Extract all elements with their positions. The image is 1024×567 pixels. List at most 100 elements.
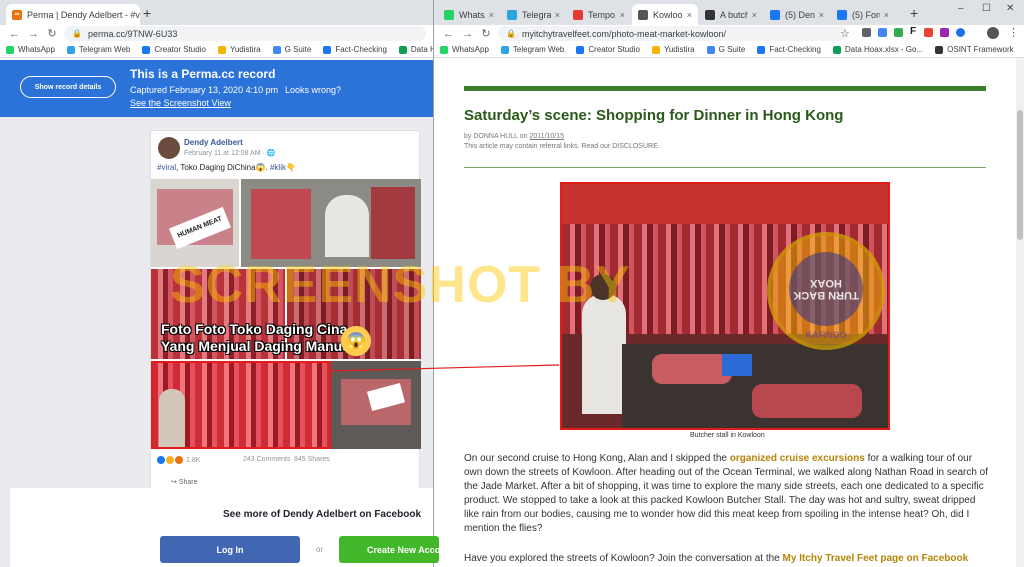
tab-close-icon[interactable]: × <box>616 10 625 20</box>
facebook-page-link[interactable]: My Itchy Travel Feet page on Facebook <box>783 553 969 564</box>
extension-icon-4[interactable] <box>924 28 933 37</box>
bookmark-favicon-icon <box>706 45 715 54</box>
author-link[interactable]: DONNA HULL <box>473 133 517 140</box>
tab-close-icon[interactable]: × <box>748 10 757 20</box>
photo-human-meat-label[interactable]: HUMAN MEAT <box>151 179 239 267</box>
post-text: #viral, Toko Daging DiChina😱. #klik👇 <box>157 163 296 172</box>
tab-2[interactable]: Tempo.co× <box>567 4 631 25</box>
article-photo-butcher-stall[interactable] <box>560 182 890 430</box>
bookmark-item[interactable]: WhatsApp <box>440 45 489 54</box>
bookmark-item[interactable]: OSINT Framework <box>935 45 1014 54</box>
new-tab-button[interactable]: + <box>910 5 918 21</box>
tab-4[interactable]: A butcher× <box>699 4 763 25</box>
tab-5[interactable]: (5) Dendy× <box>764 4 830 25</box>
tab-close-icon[interactable]: × <box>815 10 824 20</box>
facebook-post: Dendy Adelbert February 11 at 12:08 AM ·… <box>150 130 421 490</box>
highlight-box-left <box>151 361 331 449</box>
bookmarks-bar: WhatsApp Telegram Web Creator Studio Yudist… <box>0 42 433 58</box>
show-record-details-button[interactable]: Show record details <box>20 76 116 98</box>
perma-banner: Show record details This is a Perma.cc r… <box>0 60 433 117</box>
shares-count[interactable]: 845 Shares <box>294 456 330 463</box>
tab-favicon-icon <box>705 9 715 20</box>
screenshot-view-link[interactable]: See the Screenshot View <box>130 98 231 108</box>
tab-1[interactable]: Telegram× <box>501 4 566 25</box>
bookmark-favicon-icon <box>217 45 226 54</box>
tab-0[interactable]: WhatsApp× <box>438 4 500 25</box>
bookmark-item[interactable]: Creator Studio <box>142 45 206 54</box>
share-button[interactable]: ↪ Share <box>171 478 198 486</box>
article-paragraph-2: Have you explored the streets of Kowloon… <box>464 553 969 564</box>
bookmark-item[interactable]: Fact-Checking <box>323 45 387 54</box>
address-bar[interactable]: 🔒 myitchytravelfeet.com/photo-meat-marke… <box>498 26 848 41</box>
bookmark-item[interactable]: Telegram Web <box>500 45 564 54</box>
tab-6[interactable]: (5) Forum× <box>831 4 895 25</box>
tab-close-icon[interactable]: × <box>880 10 889 20</box>
maximize-button[interactable]: ☐ <box>982 3 991 14</box>
address-bar[interactable]: 🔒 perma.cc/9TNW-6U33 <box>64 26 426 41</box>
back-icon[interactable]: ← <box>9 28 20 40</box>
bookmark-item[interactable]: Fact-Checking <box>757 45 821 54</box>
photo-butcher-cutting[interactable] <box>241 179 421 267</box>
reload-icon[interactable]: ↻ <box>47 27 57 40</box>
bookmark-item[interactable]: Telegram Web <box>66 45 130 54</box>
left-browser-window: ∞ Perma | Dendy Adelbert - #viral × + ← … <box>0 0 433 567</box>
bookmark-item[interactable]: Data Hoax.xlsx - Go... <box>832 45 923 54</box>
close-window-button[interactable]: ✕ <box>1006 3 1014 14</box>
comments-count[interactable]: 243 Comments <box>243 456 290 463</box>
menu-kebab-icon[interactable]: ⋮ <box>1008 26 1019 39</box>
bookmark-item[interactable]: Yudistira <box>651 45 695 54</box>
extension-icon-3[interactable] <box>894 28 903 37</box>
looks-wrong-link[interactable]: Looks wrong? <box>285 85 341 95</box>
cruise-excursions-link[interactable]: organized cruise excursions <box>730 453 865 464</box>
disclosure-note: This article may contain referral links.… <box>464 143 660 150</box>
tab-perma[interactable]: ∞ Perma | Dendy Adelbert - #viral × <box>6 4 140 25</box>
scrollbar-thumb[interactable] <box>1017 110 1023 240</box>
profile-avatar[interactable] <box>987 27 999 39</box>
wow-reaction-icon <box>166 456 174 464</box>
bookmark-item[interactable]: G Suite <box>272 45 311 54</box>
login-button[interactable]: Log In <box>160 536 300 563</box>
hashtag-viral[interactable]: #viral <box>157 163 176 172</box>
extension-icon-6[interactable] <box>956 28 965 37</box>
url-text: myitchytravelfeet.com/photo-meat-market-… <box>521 28 727 39</box>
minimize-button[interactable]: – <box>958 3 964 14</box>
bookmark-item[interactable]: Data Hoax.xlsx - Go... <box>398 45 433 54</box>
tab-close-icon[interactable]: × <box>551 10 560 20</box>
reactions-summary[interactable]: 1.8K <box>157 456 200 464</box>
hashtag-klik[interactable]: #klik <box>270 163 286 172</box>
bookmark-favicon-icon <box>832 45 841 54</box>
tab-favicon-icon <box>507 9 517 20</box>
bookmark-item[interactable]: Creator Studio <box>576 45 640 54</box>
extension-icon-1[interactable] <box>862 28 871 37</box>
create-account-button[interactable]: Create New Account <box>339 536 439 563</box>
bookmark-favicon-icon <box>398 45 407 54</box>
bookmark-favicon-icon <box>757 45 766 54</box>
new-tab-button[interactable]: + <box>143 5 151 21</box>
bookmark-item[interactable]: G Suite <box>706 45 745 54</box>
bookmark-item[interactable]: WhatsApp <box>6 45 55 54</box>
share-arrow-icon: ↪ <box>171 479 179 486</box>
perma-title: This is a Perma.cc record <box>130 67 276 81</box>
like-reaction-icon <box>157 456 165 464</box>
forward-icon[interactable]: → <box>462 28 473 40</box>
extension-icon-5[interactable] <box>940 28 949 37</box>
extension-icon-2[interactable] <box>878 28 887 37</box>
pointing-hand-emoji: 👇 <box>286 163 296 172</box>
tab-3[interactable]: Kowloon× <box>632 4 698 25</box>
bookmark-item[interactable]: Yudistira <box>217 45 261 54</box>
photo-meat-with-label[interactable] <box>331 361 421 449</box>
avatar[interactable] <box>158 137 180 159</box>
reload-icon[interactable]: ↻ <box>481 27 491 40</box>
divider <box>464 167 986 168</box>
tab-close-icon[interactable]: × <box>485 10 494 20</box>
url-text: perma.cc/9TNW-6U33 <box>87 28 178 39</box>
post-author[interactable]: Dendy Adelbert <box>184 138 243 147</box>
date-link[interactable]: 2011/10/15 <box>530 133 565 140</box>
forward-icon[interactable]: → <box>28 28 39 40</box>
bookmark-favicon-icon <box>576 45 585 54</box>
bookmark-star-icon[interactable]: ☆ <box>840 27 850 40</box>
tab-close-icon[interactable]: × <box>683 10 692 20</box>
tab-favicon-icon <box>770 9 780 20</box>
feedly-icon[interactable]: F <box>910 26 916 37</box>
back-icon[interactable]: ← <box>443 28 454 40</box>
